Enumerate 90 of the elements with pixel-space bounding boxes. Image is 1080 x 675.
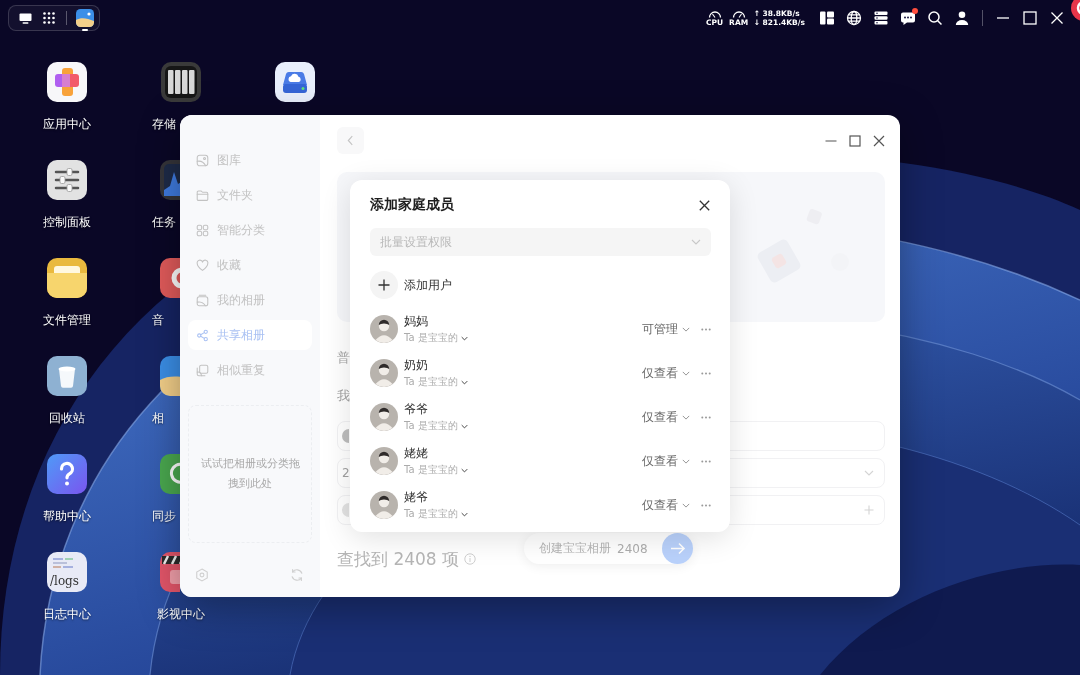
app-label[interactable]: 任务 (152, 214, 176, 230)
more-icon[interactable] (701, 371, 711, 375)
chat-bubble-icon[interactable] (900, 10, 916, 26)
add-user-button[interactable]: 添加用户 (370, 271, 452, 299)
member-name: 爷爷 (404, 401, 429, 417)
app-label[interactable]: 同步 (152, 508, 176, 524)
user-icon[interactable] (954, 10, 970, 26)
dialog-title: 添加家庭成员 (370, 196, 454, 214)
avatar-icon (370, 403, 398, 431)
member-name: 姥爷 (404, 489, 429, 505)
maximize-icon[interactable] (849, 134, 861, 147)
chevron-down-icon (460, 379, 468, 385)
result-count: 查找到 2408 项 (337, 548, 460, 570)
app-label[interactable]: 相 (152, 410, 164, 426)
member-name: 妈妈 (404, 313, 429, 329)
share-nodes-icon (196, 328, 209, 342)
overlapping-squares-icon[interactable] (47, 62, 87, 102)
close-icon[interactable] (699, 199, 710, 211)
panels-icon[interactable] (819, 10, 835, 26)
chevron-down-icon (460, 511, 468, 517)
clapperboard-icon[interactable] (160, 552, 180, 592)
row-text: 2 (342, 466, 350, 480)
line-chart-icon[interactable] (160, 160, 180, 200)
monitor-icon[interactable] (19, 12, 32, 24)
permission-dropdown[interactable]: 仅查看 (642, 453, 690, 469)
more-icon[interactable] (701, 459, 711, 463)
avatar-icon (370, 447, 398, 475)
picture-frame-icon (196, 153, 209, 167)
permission-dropdown[interactable]: 仅查看 (642, 497, 690, 513)
more-icon[interactable] (701, 503, 711, 507)
chevron-down-icon (682, 326, 690, 332)
folder-icon (196, 188, 209, 202)
active-indicator (82, 28, 88, 31)
avatar-icon (370, 315, 398, 343)
member-name: 姥姥 (404, 445, 429, 461)
circular-arrow-icon[interactable] (160, 454, 180, 494)
question-mark-icon[interactable] (47, 454, 87, 494)
trash-bin-icon[interactable] (47, 356, 87, 396)
gauge-icon (707, 9, 722, 18)
drop-hint: 试试把相册或分类拖拽到此处 (199, 456, 301, 492)
section-heading: 我 (337, 388, 350, 404)
chevron-down-icon (682, 502, 690, 508)
app-label[interactable]: 回收站 (49, 410, 85, 426)
app-label[interactable]: 帮助中心 (43, 508, 91, 524)
gauge-icon (731, 9, 746, 18)
app-label[interactable]: 日志中心 (43, 606, 91, 622)
avatar-icon (340, 429, 349, 443)
chevron-down-icon (691, 239, 701, 245)
grid-icon[interactable] (43, 12, 55, 24)
document-icon[interactable]: /logs (47, 552, 87, 592)
permission-dropdown[interactable]: 仅查看 (642, 409, 690, 425)
app-label[interactable]: 文件管理 (43, 312, 91, 328)
more-icon[interactable] (701, 415, 711, 419)
overlapping-frames-icon (196, 363, 209, 377)
chevron-down-icon (460, 335, 468, 341)
ring-icon[interactable] (160, 258, 180, 298)
badge-icon[interactable] (1070, 0, 1080, 21)
icon-caption: /logs (50, 574, 79, 588)
permission-dropdown[interactable]: 可管理 (642, 321, 690, 337)
cloud-drive-icon[interactable] (275, 62, 315, 102)
app-label[interactable]: 存储 (152, 116, 176, 132)
avatar-icon (370, 359, 398, 387)
drive-bays-icon[interactable] (161, 62, 201, 102)
search-icon[interactable] (927, 10, 943, 26)
app-label[interactable]: 音 (152, 312, 164, 328)
close-icon[interactable] (873, 134, 885, 147)
permission-dropdown[interactable]: 仅查看 (642, 365, 690, 381)
app-label[interactable]: 控制面板 (43, 214, 91, 230)
section-heading: 普 (337, 350, 350, 366)
chevron-down-icon (682, 458, 690, 464)
app-label[interactable]: 影视中心 (157, 606, 205, 622)
chevron-down-icon (682, 414, 690, 420)
avatar-icon (370, 491, 398, 519)
chevron-down-icon (460, 423, 468, 429)
sliders-icon[interactable] (47, 160, 87, 200)
app-label[interactable]: 应用中心 (43, 116, 91, 132)
member-name: 奶奶 (404, 357, 429, 373)
folder-icon[interactable] (47, 258, 87, 298)
plus-circle-icon (370, 271, 398, 299)
server-stack-icon[interactable] (873, 10, 889, 26)
chevron-down-icon (460, 467, 468, 473)
chevron-down-icon (682, 370, 690, 376)
more-icon[interactable] (701, 327, 711, 331)
avatar-icon (340, 503, 349, 517)
heart-icon (196, 258, 209, 272)
chevron-left-icon (347, 135, 354, 146)
photo-stack-icon (196, 293, 209, 307)
four-squares-icon (196, 223, 209, 237)
globe-icon[interactable] (846, 10, 862, 26)
landscape-icon[interactable] (160, 356, 180, 396)
